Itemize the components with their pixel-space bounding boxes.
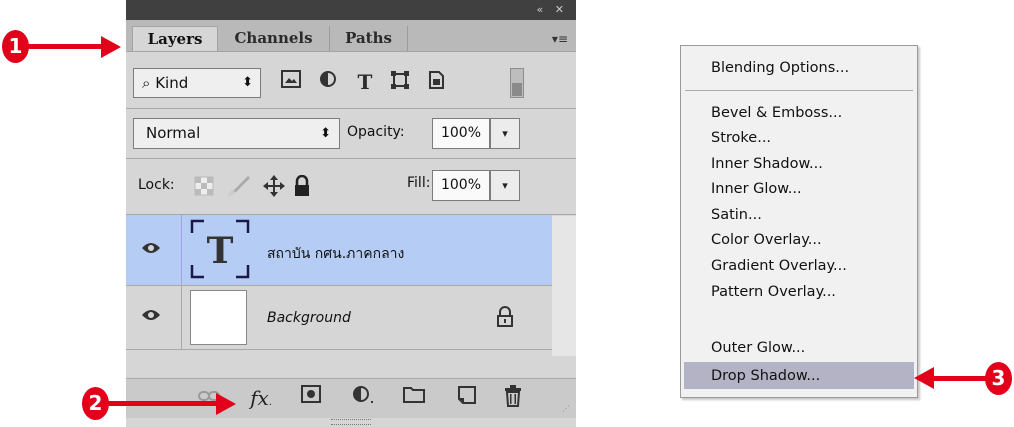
layer-name: Background: [267, 310, 351, 326]
menu-item-pattern-overlay[interactable]: Pattern Overlay...: [711, 284, 836, 300]
fill-label: Fill:: [407, 175, 431, 191]
panel-window-buttons[interactable]: « ✕: [537, 3, 568, 16]
smart-object-filter-icon[interactable]: [424, 70, 448, 94]
updown-arrows-icon: ⬍: [320, 126, 331, 141]
step-marker-3: 3: [985, 362, 1012, 395]
menu-item-bevel-emboss[interactable]: Bevel & Emboss...: [711, 105, 842, 121]
adjustment-layer-filter-icon[interactable]: [316, 70, 340, 94]
divider: [181, 215, 182, 285]
layer-name: สถาบัน กศน.ภาคกลาง: [267, 246, 405, 262]
layer-row-text[interactable]: T สถาบัน กศน.ภาคกลาง: [126, 215, 552, 286]
menu-item-inner-shadow[interactable]: Inner Shadow...: [711, 156, 823, 172]
resize-grip-icon[interactable]: ⋰: [562, 404, 572, 414]
eye-icon[interactable]: [140, 239, 162, 261]
pixel-layer-filter-icon[interactable]: [279, 70, 303, 94]
arrow-line-3: [932, 376, 986, 381]
lock-image-pixels-icon[interactable]: [226, 174, 252, 202]
panel-title-bar: « ✕: [126, 0, 576, 20]
menu-item-satin[interactable]: Satin...: [711, 207, 762, 223]
layers-panel: « ✕ Layers Channels Paths ▾≡ ⌕ Kind ⬍ T …: [126, 0, 576, 427]
divider: [126, 108, 576, 109]
new-layer-icon[interactable]: [454, 385, 480, 411]
menu-item-stroke[interactable]: Stroke...: [711, 130, 771, 146]
menu-item-blending-options[interactable]: Blending Options...: [711, 60, 849, 76]
svg-text:T: T: [207, 230, 234, 272]
menu-separator: [685, 90, 913, 91]
arrow-head-2: [216, 393, 236, 415]
shape-layer-filter-icon[interactable]: [388, 70, 412, 94]
menu-item-inner-glow[interactable]: Inner Glow...: [711, 181, 802, 197]
fill-dropdown-button[interactable]: ▾: [490, 170, 520, 201]
step-marker-2: 2: [82, 387, 109, 420]
layer-row-background[interactable]: Background: [126, 286, 552, 350]
type-layer-filter-icon[interactable]: T: [353, 70, 377, 94]
menu-item-gradient-overlay[interactable]: Gradient Overlay...: [711, 258, 847, 274]
fx-icon[interactable]: fx.: [248, 385, 274, 411]
layer-filter-kind-select[interactable]: ⌕ Kind ⬍: [133, 68, 261, 98]
lock-label: Lock:: [138, 177, 175, 193]
step-marker-1: 1: [2, 30, 29, 63]
toggle-knob: [512, 83, 522, 96]
lock-transparent-pixels-icon[interactable]: [194, 176, 214, 200]
new-group-icon[interactable]: [401, 385, 427, 411]
panel-resize-grip[interactable]: [331, 419, 371, 425]
blend-mode-value: Normal: [146, 124, 201, 142]
arrow-head-3: [914, 367, 934, 389]
opacity-label: Opacity:: [347, 124, 405, 140]
layer-style-context-menu: Blending Options... Bevel & Emboss... St…: [680, 45, 918, 398]
panel-menu-icon[interactable]: ▾≡: [552, 32, 568, 46]
updown-arrows-icon: ⬍: [242, 75, 253, 90]
filter-toggle-switch[interactable]: [510, 68, 524, 98]
tab-channels[interactable]: Channels: [218, 26, 330, 51]
arrow-line-2: [108, 401, 218, 406]
tab-paths[interactable]: Paths: [330, 26, 408, 51]
layers-bottom-toolbar: fx. ⋰: [126, 378, 576, 418]
arrow-line-1: [28, 44, 104, 49]
lock-position-icon[interactable]: [262, 174, 286, 202]
layers-scrollbar[interactable]: [552, 216, 576, 356]
tab-layers[interactable]: Layers: [132, 26, 218, 51]
menu-item-drop-shadow[interactable]: Drop Shadow...: [711, 368, 820, 384]
add-mask-icon[interactable]: [298, 385, 324, 411]
search-icon: ⌕: [142, 74, 151, 92]
background-layer-thumbnail[interactable]: [190, 290, 247, 345]
arrow-head-1: [101, 36, 121, 58]
blend-mode-select[interactable]: Normal ⬍: [133, 118, 340, 149]
opacity-input[interactable]: 100%: [432, 118, 490, 149]
menu-item-color-overlay[interactable]: Color Overlay...: [711, 232, 822, 248]
panel-tab-strip: Layers Channels Paths ▾≡: [126, 20, 576, 52]
text-layer-thumbnail[interactable]: T: [190, 219, 250, 279]
divider: [126, 158, 576, 159]
eye-icon[interactable]: [140, 306, 162, 328]
layer-lock-icon: [496, 306, 514, 332]
delete-layer-icon[interactable]: [500, 385, 526, 411]
new-adjustment-layer-icon[interactable]: [350, 385, 376, 411]
lock-all-icon[interactable]: [293, 174, 311, 201]
fill-input[interactable]: 100%: [432, 170, 490, 201]
kind-label: Kind: [155, 74, 189, 92]
opacity-dropdown-button[interactable]: ▾: [490, 118, 520, 149]
divider: [181, 286, 182, 349]
menu-item-outer-glow[interactable]: Outer Glow...: [711, 340, 805, 356]
